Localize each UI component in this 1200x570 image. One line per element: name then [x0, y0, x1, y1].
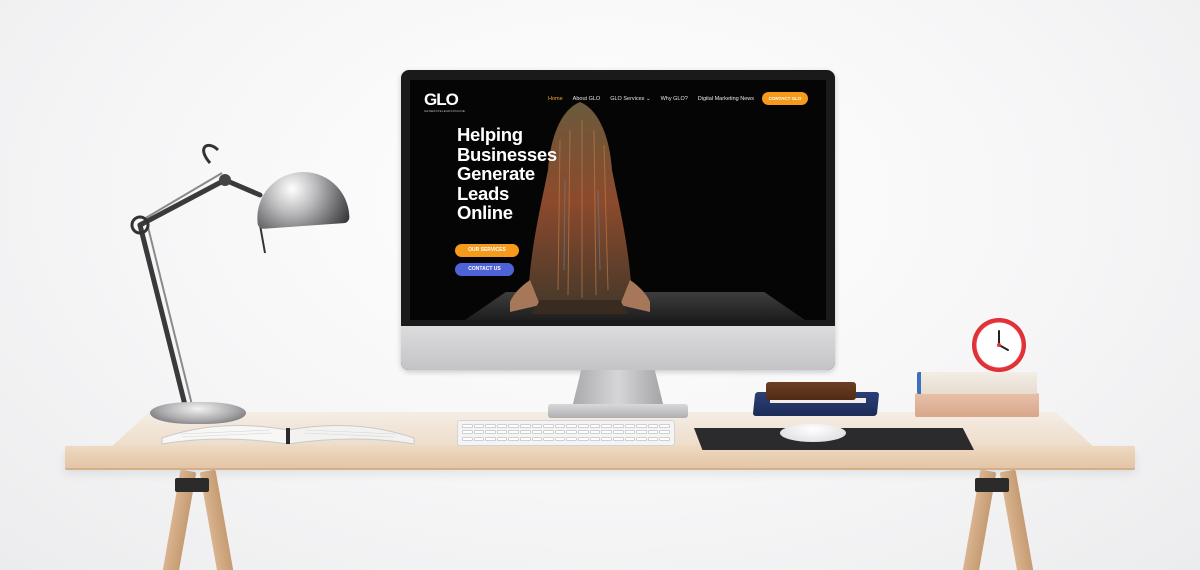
nav-home[interactable]: Home	[548, 96, 563, 102]
keyboard-key	[601, 436, 612, 441]
keyboard-key	[624, 436, 636, 441]
keyboard-key	[659, 430, 670, 435]
keyboard-key	[578, 424, 589, 428]
keyboard-key	[636, 424, 647, 428]
keyboard-key	[659, 436, 670, 441]
hero-title-line: Helping	[457, 124, 523, 145]
keyboard-key	[462, 430, 473, 435]
contact-us-button[interactable]: CONTACT US	[455, 263, 514, 276]
keyboard-key	[462, 436, 473, 441]
keyboard-key	[520, 430, 531, 435]
keyboard-key	[566, 430, 578, 435]
keyboard-key	[485, 430, 496, 435]
monitor-stand	[572, 370, 664, 408]
keyboard-key	[473, 424, 485, 428]
keyboard-key	[554, 436, 566, 441]
keyboard-key	[508, 436, 520, 441]
keyboard-key	[496, 430, 508, 435]
keyboard-key	[601, 430, 612, 435]
desk-lamp-icon	[130, 144, 266, 408]
book-bottom	[915, 393, 1039, 417]
nav-news[interactable]: Digital Marketing News	[698, 96, 754, 102]
keyboard-key	[636, 436, 647, 441]
desk-top	[65, 446, 1135, 468]
website-screen: GLO GENERATELEADSONLINE Home About GLO G…	[410, 80, 826, 320]
keyboard-key	[612, 436, 624, 441]
book-top	[917, 372, 1037, 394]
keyboard-key	[589, 436, 601, 441]
keyboard-key	[531, 436, 543, 441]
mouse	[780, 424, 846, 442]
nav-contact-button[interactable]: CONTACT GLO	[762, 92, 808, 105]
keyboard-key	[508, 424, 520, 428]
keyboard-key	[659, 424, 670, 428]
keyboard-key	[624, 424, 636, 428]
keyboard-key	[554, 430, 566, 435]
hero-title-line: Leads	[457, 182, 509, 204]
keyboard-key	[520, 424, 531, 428]
hero-title-line: Online	[457, 202, 513, 223]
keyboard-key	[531, 430, 543, 435]
site-logo-tagline: GENERATELEADSONLINE	[424, 109, 466, 113]
keyboard	[457, 420, 675, 446]
keyboard-key	[520, 436, 531, 441]
site-nav: Home About GLO GLO Services ⌄ Why GLO? D…	[548, 96, 754, 102]
nav-about[interactable]: About GLO	[573, 96, 601, 102]
keyboard-key	[636, 430, 647, 435]
keyboard-key	[578, 436, 589, 441]
keyboard-key	[612, 430, 624, 435]
keyboard-key	[647, 436, 659, 441]
monitor-chin	[401, 326, 835, 370]
keyboard-key	[543, 424, 554, 428]
keyboard-key	[543, 430, 554, 435]
keyboard-key	[647, 424, 659, 428]
nav-why[interactable]: Why GLO?	[661, 96, 688, 102]
hero-title-line: Generate	[457, 163, 535, 184]
keyboard-key	[554, 424, 566, 428]
keyboard-key	[566, 436, 578, 441]
keyboard-key	[601, 424, 612, 428]
hero-title-line: Businesses	[457, 143, 557, 165]
monitor-stand-base	[548, 404, 688, 418]
keyboard-key	[531, 424, 543, 428]
alarm-clock-icon	[972, 318, 1026, 372]
keyboard-key	[485, 424, 496, 428]
notebook-brown	[766, 382, 856, 400]
keyboard-key	[566, 424, 578, 428]
keyboard-key	[473, 430, 485, 435]
our-services-button[interactable]: OUR SERVICES	[455, 244, 519, 257]
chevron-down-icon: ⌄	[645, 96, 651, 102]
keyboard-key	[589, 430, 601, 435]
open-book	[161, 425, 415, 445]
keyboard-key	[612, 424, 624, 428]
keyboard-key	[473, 436, 485, 441]
keyboard-key	[578, 430, 589, 435]
hero-title: Helping Businesses Generate Leads Online	[457, 125, 587, 223]
keyboard-key	[624, 430, 636, 435]
nav-services-label: GLO Services	[610, 96, 645, 102]
keyboard-key	[485, 436, 496, 441]
keyboard-key	[543, 436, 554, 441]
desk-leg-clamp	[175, 478, 209, 492]
keyboard-key	[647, 430, 659, 435]
keyboard-key	[589, 424, 601, 428]
desk-leg-clamp	[975, 478, 1009, 492]
site-logo[interactable]: GLO	[424, 90, 459, 110]
keyboard-key	[508, 430, 520, 435]
nav-services[interactable]: GLO Services ⌄	[610, 96, 650, 102]
keyboard-key	[496, 436, 508, 441]
keyboard-key	[462, 424, 473, 428]
keyboard-key	[496, 424, 508, 428]
